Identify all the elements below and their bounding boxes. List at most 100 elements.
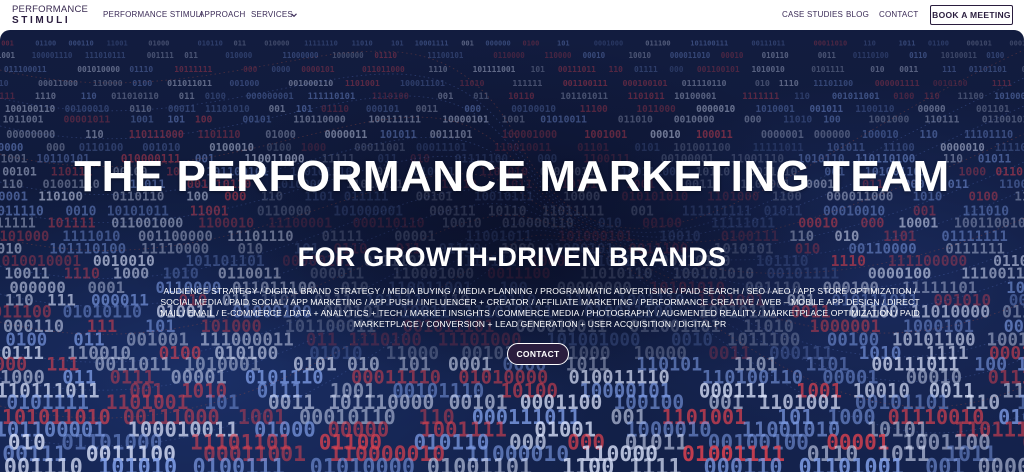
- binary-digits: 01110: [374, 51, 397, 60]
- binary-digits: 11111110: [304, 40, 338, 48]
- binary-digits: 101: [557, 40, 570, 48]
- brand-logo[interactable]: PERFORMANCE STIMULI: [12, 4, 89, 27]
- binary-digits: 11101110: [964, 130, 1013, 141]
- binary-digits: 000: [744, 114, 762, 125]
- hero-subtitle: FOR GROWTH-DRIVEN BRANDS: [297, 242, 727, 272]
- binary-digits: 010: [0, 78, 9, 88]
- binary-digits: 11010: [352, 40, 373, 48]
- binary-digits: 01000: [148, 40, 169, 48]
- binary-digits: 001100111: [563, 78, 608, 88]
- binary-digits: 1110100: [372, 92, 409, 102]
- binary-digits: 001: [1, 40, 14, 48]
- binary-digits: 011001010: [982, 114, 1024, 125]
- binary-digits: 110110000: [293, 114, 346, 125]
- binary-digits: 001011001: [832, 92, 880, 102]
- binary-digits: 0011: [899, 65, 918, 74]
- binary-digits: 011011011: [167, 78, 212, 88]
- binary-digits: 111111: [512, 78, 542, 88]
- binary-digits: 0100111: [193, 456, 285, 472]
- binary-digits: 110000: [544, 51, 572, 60]
- binary-digits: 01101001: [799, 456, 904, 472]
- binary-digits: 110: [85, 130, 103, 141]
- binary-digits: 011010: [618, 114, 653, 125]
- binary-digits: 01111: [634, 65, 658, 74]
- binary-digits: 101111001: [473, 65, 516, 74]
- binary-digits: 1111: [629, 456, 682, 472]
- binary-digits: 110111: [925, 114, 960, 125]
- binary-digits: 0101111: [811, 65, 845, 74]
- logo-bottom-text: STIMULI: [12, 15, 71, 26]
- chevron-down-icon[interactable]: [290, 11, 298, 19]
- binary-digits: 10111111: [174, 65, 212, 74]
- binary-digits: 11000000: [282, 51, 319, 60]
- binary-digits: 0000010: [696, 104, 736, 115]
- binary-digits: 101010: [98, 456, 177, 472]
- binary-digits: 1111111: [742, 92, 779, 102]
- binary-digits: 000101: [967, 40, 992, 48]
- binary-digits: 00001011: [64, 114, 111, 125]
- binary-digits: 100: [195, 114, 213, 125]
- binary-digits: 00000000: [6, 130, 55, 141]
- binary-digits: 11100101: [427, 51, 464, 60]
- binary-digits: 0000101: [301, 65, 335, 74]
- binary-digits: 00111011: [751, 40, 785, 48]
- binary-digits: 0110: [909, 51, 928, 60]
- binary-digits: 110: [924, 92, 940, 102]
- binary-digits: 10100011: [941, 51, 978, 60]
- binary-digits: 000100101: [623, 78, 668, 88]
- binary-digits: 101101011: [560, 92, 608, 102]
- binary-digits: 00010: [583, 51, 606, 60]
- binary-digits: 00011000: [38, 78, 78, 88]
- binary-digits: 1000000: [332, 51, 364, 60]
- binary-digits: 00010: [721, 51, 744, 60]
- nav-link-blog[interactable]: BLOG: [846, 10, 869, 19]
- binary-digits: 1100: [562, 456, 615, 472]
- binary-digits: 010110: [762, 51, 790, 60]
- binary-digits: 0010000: [674, 114, 715, 125]
- binary-digits: 000: [243, 65, 258, 74]
- binary-digits: 01110: [129, 65, 153, 74]
- binary-digits: 001011: [810, 104, 844, 115]
- hero-section: 001 01100 000110 11001 01000 010110 011 010000 1…: [0, 30, 1024, 472]
- binary-digits: 10110: [508, 92, 534, 102]
- binary-digits: 00011: [168, 104, 196, 115]
- binary-digits: 111: [0, 92, 15, 102]
- binary-digits: 010110: [198, 40, 223, 48]
- nav-link-services[interactable]: SERVICES: [251, 10, 293, 19]
- binary-digits: 011011000: [362, 65, 405, 74]
- binary-digits: 110: [920, 130, 938, 141]
- binary-digits: 111: [942, 65, 957, 74]
- binary-digits: 111010111: [85, 51, 126, 60]
- binary-digits: 11010: [783, 114, 812, 125]
- nav-link-performance-stimuli[interactable]: PERFORMANCE STIMULI: [103, 10, 203, 19]
- nav-link-case-studies[interactable]: CASE STUDIES: [782, 10, 843, 19]
- nav-link-approach[interactable]: APPROACH: [199, 10, 246, 19]
- binary-digits: 001: [269, 104, 286, 115]
- binary-digits: 11100: [958, 92, 984, 102]
- binary-digits: 1110: [429, 65, 448, 74]
- binary-digits: 1001: [0, 51, 15, 60]
- binary-digits: 1101011: [628, 92, 665, 102]
- binary-digits: 01100: [928, 40, 949, 48]
- binary-digits: 011110110: [682, 78, 727, 88]
- binary-digits: 1011: [899, 40, 916, 48]
- contact-button[interactable]: CONTACT: [507, 343, 569, 365]
- logo-top-text: PERFORMANCE: [12, 4, 89, 15]
- binary-digits: 101000000: [994, 92, 1024, 102]
- binary-digits: 100: [823, 114, 841, 125]
- binary-digits: 001: [438, 92, 454, 102]
- binary-digits: 0011: [818, 51, 837, 60]
- binary-digits: 00011010: [814, 40, 848, 48]
- binary-digits: 000101: [366, 104, 400, 115]
- binary-digits: 1001: [502, 114, 525, 125]
- binary-digits: 010: [870, 65, 885, 74]
- hero-title: THE PERFORMANCE MARKETING TEAM: [74, 152, 950, 201]
- binary-digits: 0110000: [493, 51, 525, 60]
- binary-digits: 1111: [992, 78, 1012, 88]
- binary-digits: 100001110: [32, 51, 73, 60]
- binary-digits: 0011: [416, 104, 439, 115]
- nav-link-contact[interactable]: CONTACT: [879, 10, 918, 19]
- book-meeting-button[interactable]: BOOK A MEETING: [930, 5, 1013, 25]
- binary-digits: 110: [863, 40, 876, 48]
- binary-digits: 010: [755, 78, 770, 88]
